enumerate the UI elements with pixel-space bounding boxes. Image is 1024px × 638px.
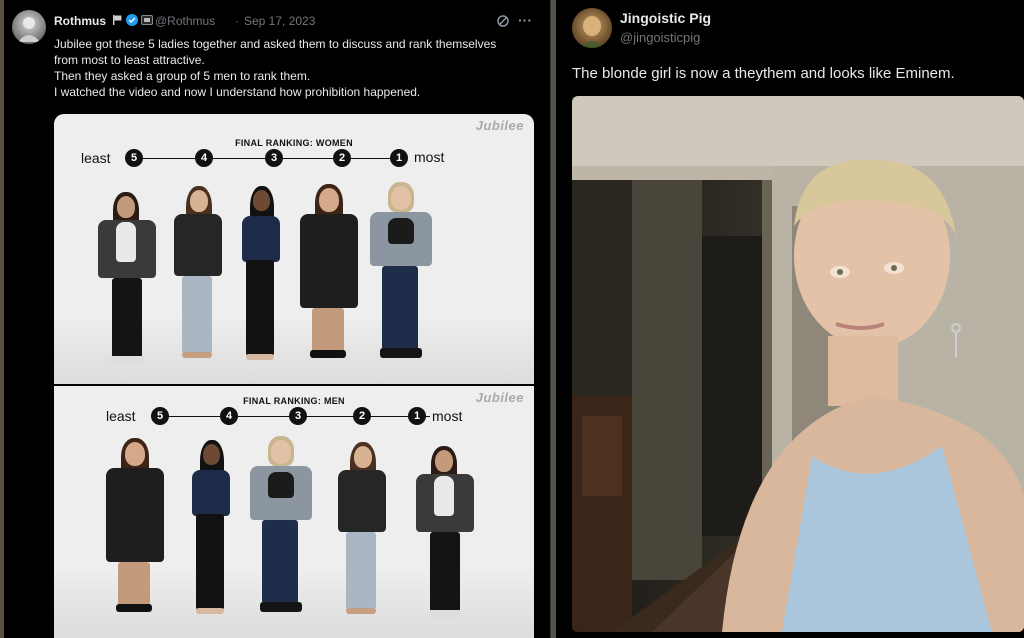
tweet-line: from most to least attractive. (54, 53, 205, 67)
men-ranking-image[interactable]: Jubilee FINAL RANKING: MEN least most 5 … (54, 386, 534, 638)
author-name[interactable]: Jingoistic Pig (620, 10, 711, 26)
rank-number: 3 (289, 407, 307, 425)
grok-icon[interactable] (496, 14, 510, 33)
rank-number: 4 (220, 407, 238, 425)
rank-number: 2 (333, 149, 351, 167)
tweet-photo[interactable] (572, 96, 1024, 632)
person-figure (186, 440, 236, 618)
rank-number: 1 (390, 149, 408, 167)
person-figure (170, 184, 226, 364)
rank-number: 1 (408, 407, 426, 425)
rank-number: 5 (151, 407, 169, 425)
right-tweet-panel: Jingoistic Pig @jingoisticpig The blonde… (556, 0, 1024, 638)
least-label: least (81, 150, 111, 166)
most-label: most (432, 408, 463, 424)
tweet-body: The blonde girl is now a theythem and lo… (572, 65, 955, 82)
least-label: least (106, 408, 136, 424)
tweet-body: Jubilee got these 5 ladies together and … (54, 36, 496, 100)
tweet-line: I watched the video and now I understand… (54, 85, 421, 99)
rank-number: 2 (353, 407, 371, 425)
person-figure (410, 444, 480, 622)
rank-number: 4 (195, 149, 213, 167)
author-name[interactable]: Rothmus (54, 14, 106, 28)
women-ranking-image[interactable]: Jubilee FINAL RANKING: WOMEN least most … (54, 114, 534, 384)
tweet-date[interactable]: Sep 17, 2023 (244, 14, 315, 28)
most-label: most (414, 149, 445, 165)
person-figure (294, 184, 362, 366)
ranking-title: FINAL RANKING: WOMEN (235, 138, 353, 148)
person-figure (366, 182, 434, 368)
author-handle[interactable]: @Rothmus (155, 14, 215, 28)
rothmus-avatar[interactable] (12, 10, 46, 44)
person-figure (236, 186, 286, 364)
tweet-line: Jubilee got these 5 ladies together and … (54, 37, 497, 51)
verified-badge-icon (126, 14, 138, 26)
author-handle[interactable]: @jingoisticpig (620, 30, 700, 45)
left-tweet-panel: Rothmus @Rothmus · Sep 17, 2023 ··· Jubi… (4, 0, 551, 638)
ellipsis-icon[interactable]: ··· (518, 12, 532, 28)
tweet-line: Then they asked a group of 5 men to rank… (54, 69, 311, 83)
affiliate-badge-icon (141, 14, 153, 26)
jubilee-watermark: Jubilee (475, 118, 524, 133)
rank-number: 3 (265, 149, 283, 167)
date-separator: · (235, 14, 239, 28)
rank-number: 5 (125, 149, 143, 167)
person-figure (92, 190, 162, 368)
flag-icon (111, 14, 123, 26)
jingoistic-pig-avatar[interactable] (572, 8, 612, 48)
photo-illustration (572, 96, 1024, 632)
person-figure (246, 436, 314, 622)
ranking-title: FINAL RANKING: MEN (243, 396, 345, 406)
person-figure (100, 438, 168, 620)
person-figure (334, 440, 390, 620)
